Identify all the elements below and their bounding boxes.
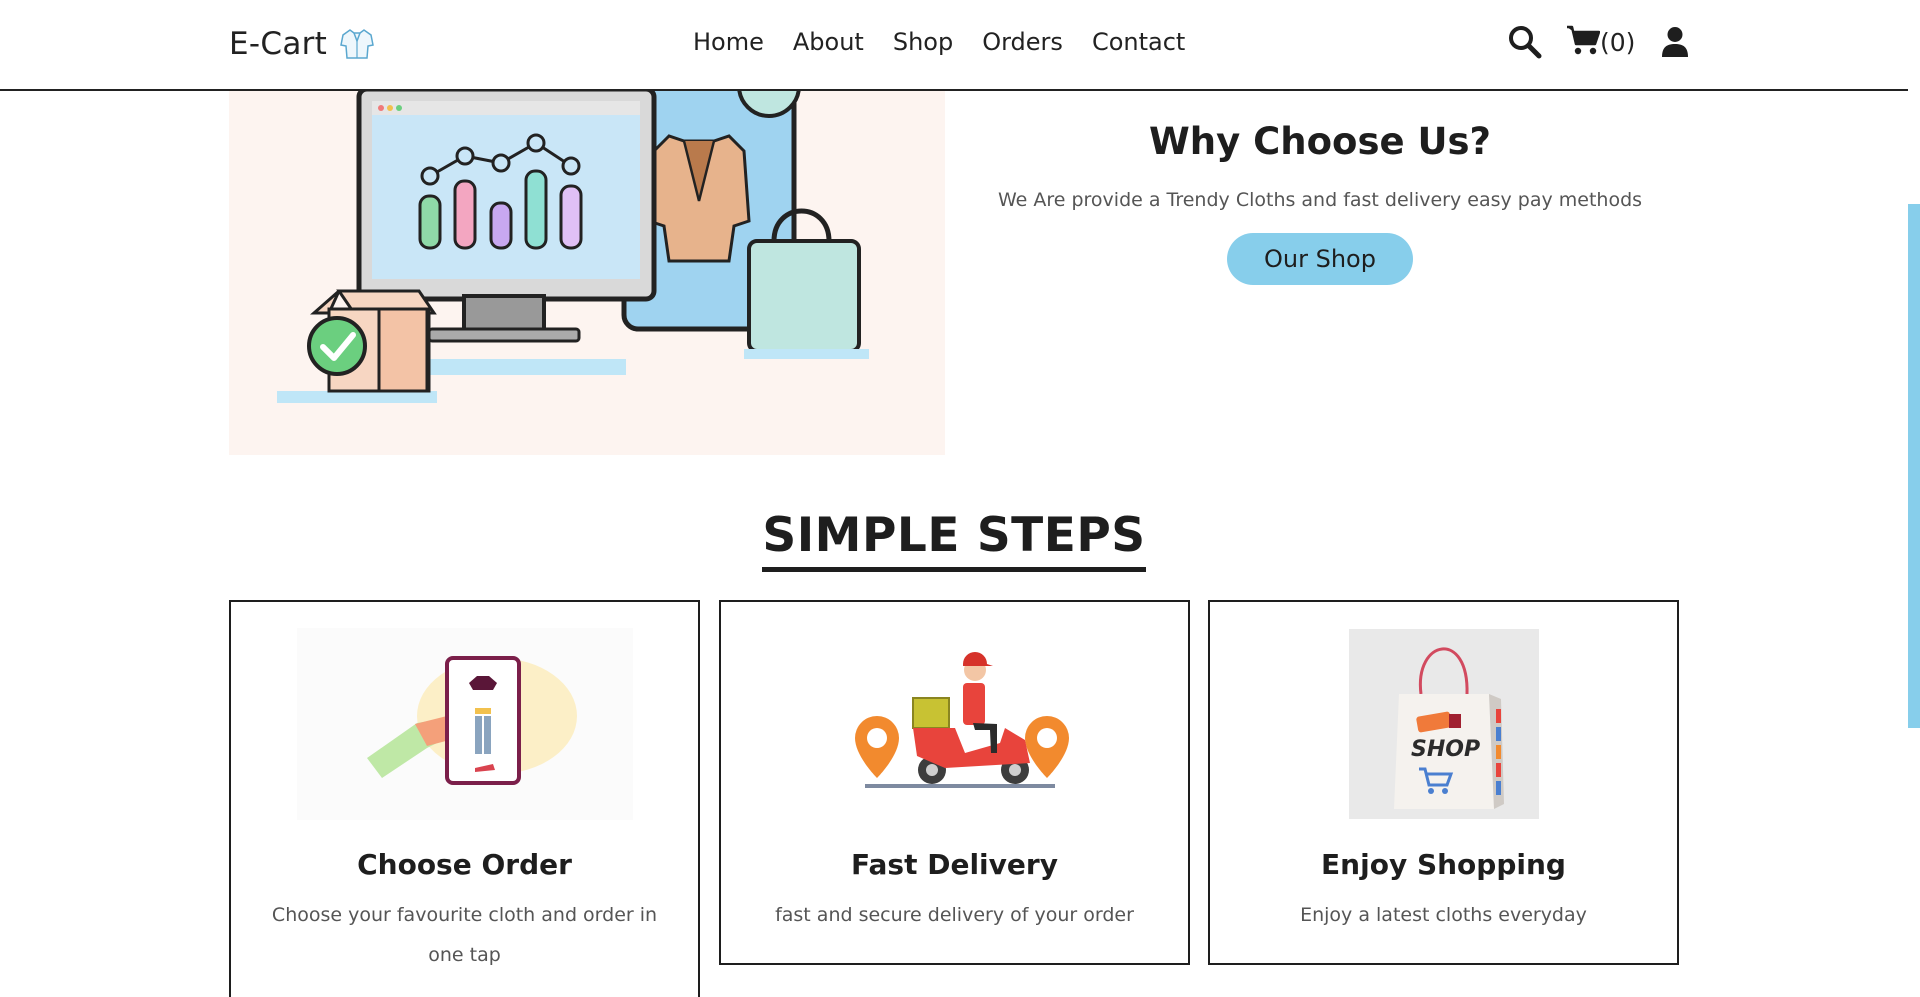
card-text: fast and secure delivery of your order (775, 904, 1134, 926)
nav-contact[interactable]: Contact (1092, 28, 1185, 56)
section-title: SIMPLE STEPS (762, 508, 1146, 572)
bag-shop-label: SHOP (1411, 737, 1480, 762)
step-card-fast-delivery: Fast Delivery fast and secure delivery o… (719, 600, 1190, 965)
enjoy-shopping-illustration: SHOP (1210, 628, 1677, 820)
step-card-choose-order: Choose Order Choose your favourite cloth… (229, 600, 700, 997)
logo[interactable]: E-Cart (229, 26, 375, 62)
card-text: Choose your favourite cloth and order in… (271, 904, 658, 966)
nav-orders[interactable]: Orders (982, 28, 1063, 56)
card-title: Fast Delivery (851, 848, 1058, 881)
cart-count: (0) (1600, 27, 1636, 57)
why-choose-us: Why Choose Us? We Are provide a Trendy C… (990, 120, 1650, 285)
search-icon[interactable] (1508, 25, 1542, 59)
fast-delivery-illustration (721, 628, 1188, 820)
shirt-logo-icon (339, 27, 375, 61)
user-icon[interactable] (1661, 26, 1689, 58)
why-title: Why Choose Us? (1148, 120, 1491, 163)
cart-icon (1566, 24, 1601, 60)
card-text: Enjoy a latest cloths everyday (1300, 904, 1587, 926)
cart-button[interactable]: (0) (1566, 24, 1635, 60)
simple-steps-heading: SIMPLE STEPS (0, 508, 1908, 572)
nav-home[interactable]: Home (693, 28, 764, 56)
choose-order-illustration (231, 628, 698, 820)
hero-illustration (229, 91, 945, 455)
step-card-enjoy-shopping: SHOP Enjoy Shopping Enjoy a latest cloth… (1208, 600, 1679, 965)
scrollbar-track[interactable] (1908, 0, 1920, 997)
scrollbar-thumb[interactable] (1908, 204, 1920, 728)
why-description: We Are provide a Trendy Cloths and fast … (997, 189, 1643, 211)
our-shop-button[interactable]: Our Shop (1227, 233, 1413, 285)
card-title: Enjoy Shopping (1321, 848, 1566, 881)
card-title: Choose Order (357, 848, 572, 881)
nav-about[interactable]: About (793, 28, 864, 56)
logo-text[interactable]: E-Cart (229, 26, 327, 62)
nav-shop[interactable]: Shop (893, 28, 953, 56)
main-nav: Home About Shop Orders Contact (693, 28, 1214, 56)
site-header: E-Cart Home About Shop Orders Contact (0… (0, 0, 1908, 91)
header-actions: (0) (1508, 24, 1689, 60)
